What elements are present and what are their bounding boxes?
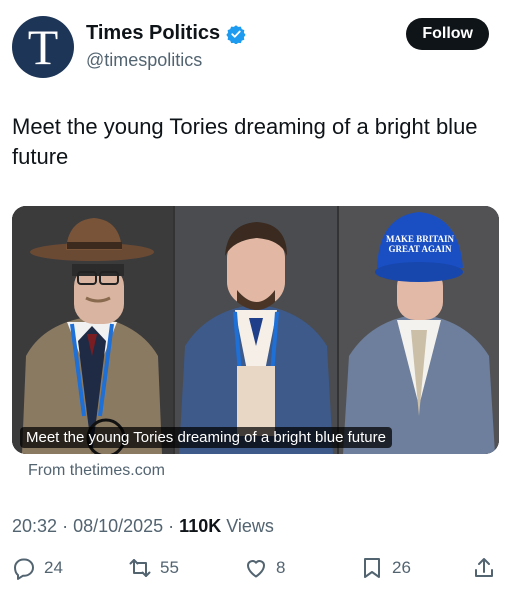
separator-dot: · (62, 516, 74, 536)
reply-count: 24 (44, 558, 63, 577)
name-row: Times Politics (86, 22, 246, 45)
views-count: 110K (179, 516, 222, 536)
action-bar: 24 55 8 26 (0, 556, 511, 588)
bookmark-button[interactable]: 26 (360, 556, 411, 580)
media-caption: Meet the young Tories dreaming of a brig… (20, 427, 392, 448)
like-count: 8 (276, 558, 286, 577)
photo-young-tory-cap[interactable]: MAKE BRITAIN GREAT AGAIN (339, 206, 499, 454)
share-button[interactable] (472, 556, 496, 580)
reply-icon (14, 558, 34, 580)
cap-text-line2: GREAT AGAIN (388, 244, 452, 254)
share-icon (475, 558, 493, 577)
avatar-letter: T (27, 19, 59, 75)
retweet-button[interactable]: 55 (128, 556, 179, 580)
bookmark-count: 26 (392, 558, 411, 577)
photo-young-tory-blue-suit[interactable] (175, 206, 337, 454)
media-card[interactable]: MAKE BRITAIN GREAT AGAIN Meet the young … (12, 206, 499, 454)
bookmark-icon (364, 558, 380, 578)
cap-text-line1: MAKE BRITAIN (385, 234, 455, 244)
reply-button[interactable]: 24 (12, 556, 63, 580)
like-button[interactable]: 8 (244, 556, 285, 580)
tweet-time[interactable]: 20:32 (12, 516, 57, 536)
heart-icon (247, 560, 265, 578)
retweet-icon (129, 559, 151, 577)
tweet-date[interactable]: 08/10/2025 (73, 516, 163, 536)
handle[interactable]: @timespolitics (86, 50, 202, 71)
tweet-text: Meet the young Tories dreaming of a brig… (12, 114, 478, 169)
views-label: Views (226, 516, 274, 536)
follow-button[interactable]: Follow (406, 18, 489, 50)
retweet-count: 55 (160, 558, 179, 577)
avatar[interactable]: T (12, 16, 74, 78)
display-name[interactable]: Times Politics (86, 22, 220, 45)
verified-badge-icon (226, 24, 246, 44)
source-link[interactable]: From thetimes.com (28, 462, 165, 480)
separator-dot: · (168, 516, 180, 536)
photo-young-tory-fedora[interactable] (12, 206, 173, 454)
timestamp-views: 20:32 · 08/10/2025 · 110K Views (12, 516, 274, 537)
